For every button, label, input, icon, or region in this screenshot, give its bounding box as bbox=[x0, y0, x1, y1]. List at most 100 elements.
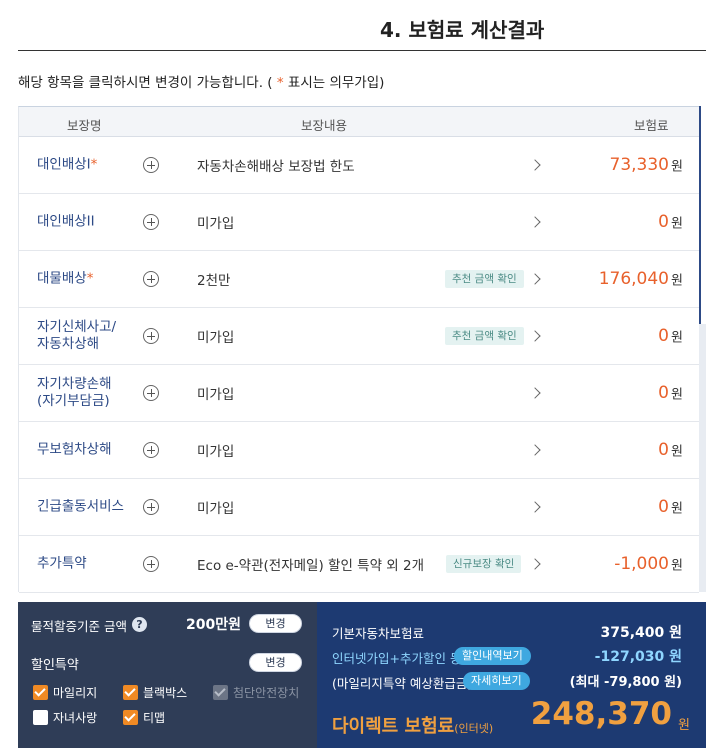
coverage-price: 176,040 bbox=[598, 269, 669, 289]
coverage-name-text: 무보험차상해 bbox=[37, 441, 112, 458]
coverage-row[interactable]: 대물배상* 2천만 추천 금액 확인 176,040 원 bbox=[19, 251, 699, 308]
coverage-name: 대물배상* bbox=[37, 271, 147, 288]
checkbox-blackbox[interactable] bbox=[123, 685, 138, 700]
coverage-desc: 미가입 bbox=[197, 216, 235, 232]
coverage-desc: Eco e-약관(전자메일) 할인 특약 외 2개 bbox=[197, 558, 425, 574]
discount-change-button[interactable]: 변경 bbox=[249, 653, 302, 672]
price-unit: 원 bbox=[671, 330, 683, 346]
checkbox-safety bbox=[213, 685, 228, 700]
coverage-price: 0 bbox=[658, 212, 669, 232]
coverage-row[interactable]: 무보험차상해 미가입 0 원 bbox=[19, 422, 699, 479]
coverage-name: 자기차량손해 (자기부담금) bbox=[37, 376, 147, 410]
coverage-name: 자기신체사고/ 자동차상해 bbox=[37, 319, 147, 353]
property-change-button[interactable]: 변경 bbox=[249, 614, 302, 633]
discount-label-text: 인터넷가입+추가할인 등 bbox=[332, 651, 462, 666]
plus-circle-icon[interactable] bbox=[143, 499, 159, 515]
chevron-right-icon[interactable] bbox=[529, 159, 541, 171]
plus-circle-icon[interactable] bbox=[143, 328, 159, 344]
required-star: * bbox=[90, 156, 98, 173]
coverage-price: 73,330 bbox=[609, 155, 669, 175]
price-unit: 원 bbox=[671, 444, 683, 460]
plus-circle-icon[interactable] bbox=[143, 556, 159, 572]
property-label: 물적할증기준 금액 bbox=[31, 619, 127, 634]
checkbox-child-label: 자녀사랑 bbox=[53, 711, 98, 725]
recommend-tag[interactable]: 추천 금액 확인 bbox=[445, 270, 524, 288]
price-unit: 원 bbox=[671, 387, 683, 403]
coverage-desc: 미가입 bbox=[197, 444, 235, 460]
plus-circle-icon[interactable] bbox=[143, 385, 159, 401]
coverage-price: 0 bbox=[658, 497, 669, 517]
discount-value: -127,030 원 bbox=[594, 649, 682, 665]
coverage-row[interactable]: 자기신체사고/ 자동차상해 미가입 추천 금액 확인 0 원 bbox=[19, 308, 699, 365]
table-header: 보장명 보장내용 보험료 bbox=[19, 107, 699, 137]
checkbox-mileage-label: 마일리지 bbox=[53, 686, 98, 700]
direct-label-main: 다이렉트 보험료 bbox=[332, 716, 455, 737]
plus-circle-icon[interactable] bbox=[143, 214, 159, 230]
coverage-row[interactable]: 대인배상II 미가입 0 원 bbox=[19, 194, 699, 251]
coverage-desc: 미가입 bbox=[197, 387, 235, 403]
direct-label-sub: (인터넷) bbox=[454, 722, 494, 735]
checkbox-safety-label: 첨단안전장치 bbox=[233, 686, 300, 700]
required-star: * bbox=[86, 270, 94, 287]
plus-circle-icon[interactable] bbox=[143, 271, 159, 287]
price-unit: 원 bbox=[671, 159, 683, 175]
coverage-name: 무보험차상해 bbox=[37, 442, 147, 459]
checkbox-blackbox-label: 블랙박스 bbox=[143, 686, 188, 700]
chevron-right-icon[interactable] bbox=[529, 558, 541, 570]
mileage-label: (마일리지특약 예상환급금) bbox=[332, 676, 473, 691]
checkbox-tmap[interactable] bbox=[123, 710, 138, 725]
mileage-value: (최대 -79,800 원) bbox=[569, 675, 682, 690]
coverage-price: 0 bbox=[658, 440, 669, 460]
coverage-row[interactable]: 자기차량손해 (자기부담금) 미가입 0 원 bbox=[19, 365, 699, 422]
coverage-price: -1,000 bbox=[614, 554, 669, 574]
checkbox-tmap-label: 티맵 bbox=[143, 711, 166, 725]
notice-after: 표시는 의무가입) bbox=[283, 75, 385, 91]
coverage-table: 보장명 보장내용 보험료 대인배상I* 자동차손해배상 보장법 한도 73,330 원… bbox=[18, 106, 699, 593]
coverage-row[interactable]: 추가특약 Eco e-약관(전자메일) 할인 특약 외 2개 신규보장 확인 -1,0… bbox=[19, 536, 699, 593]
header-price: 보험료 bbox=[634, 118, 669, 133]
help-icon[interactable]: ? bbox=[132, 617, 147, 632]
scroll-indicator bbox=[699, 106, 701, 324]
header-desc: 보장내용 bbox=[301, 118, 348, 133]
discount-detail-button[interactable]: 할인내역보기 bbox=[454, 647, 531, 665]
chevron-right-icon[interactable] bbox=[529, 444, 541, 456]
mileage-detail-button[interactable]: 자세히보기 bbox=[463, 672, 530, 690]
chevron-right-icon[interactable] bbox=[529, 501, 541, 513]
coverage-row[interactable]: 긴급출동서비스 미가입 0 원 bbox=[19, 479, 699, 536]
coverage-desc: 미가입 bbox=[197, 330, 235, 346]
direct-premium-unit: 원 bbox=[678, 718, 690, 733]
chevron-right-icon[interactable] bbox=[529, 330, 541, 342]
coverage-name-text: 자기차량손해 (자기부담금) bbox=[37, 376, 112, 409]
coverage-desc: 자동차손해배상 보장법 한도 bbox=[197, 159, 355, 175]
chevron-right-icon[interactable] bbox=[529, 273, 541, 285]
coverage-price: 0 bbox=[658, 326, 669, 346]
price-unit: 원 bbox=[671, 273, 683, 289]
coverage-name-text: 자기신체사고/ 자동차상해 bbox=[37, 319, 117, 352]
chevron-right-icon[interactable] bbox=[529, 387, 541, 399]
plus-circle-icon[interactable] bbox=[143, 157, 159, 173]
recommend-tag[interactable]: 신규보장 확인 bbox=[446, 555, 522, 573]
checkbox-mileage[interactable] bbox=[33, 685, 48, 700]
coverage-desc: 2천만 bbox=[197, 273, 231, 289]
plus-circle-icon[interactable] bbox=[143, 442, 159, 458]
coverage-name: 대인배상II bbox=[37, 214, 147, 231]
summary-panel: 기본자동차보험료 375,400 원 인터넷가입+추가할인 등 할인내역보기 -… bbox=[317, 602, 706, 748]
price-unit: 원 bbox=[671, 216, 683, 232]
price-unit: 원 bbox=[671, 501, 683, 517]
chevron-right-icon[interactable] bbox=[529, 216, 541, 228]
notice-text: 해당 항목을 클릭하시면 변경이 가능합니다. ( * 표시는 의무가입) bbox=[18, 71, 384, 91]
page-title: 4. 보험료 계산결과 bbox=[380, 18, 545, 42]
base-premium-value: 375,400 원 bbox=[600, 625, 682, 641]
options-panel: 물적할증기준 금액 ? 200만원 변경 할인특약 변경 마일리지 블랙박스 첨… bbox=[18, 602, 317, 748]
coverage-row[interactable]: 대인배상I* 자동차손해배상 보장법 한도 73,330 원 bbox=[19, 137, 699, 194]
recommend-tag[interactable]: 추천 금액 확인 bbox=[445, 327, 524, 345]
checkbox-child[interactable] bbox=[33, 710, 48, 725]
price-unit: 원 bbox=[671, 558, 683, 574]
notice-star: * bbox=[276, 75, 284, 91]
discount-label: 할인특약 bbox=[31, 658, 79, 673]
property-value: 200만원 bbox=[186, 617, 241, 633]
coverage-desc: 미가입 bbox=[197, 501, 235, 517]
coverage-name: 긴급출동서비스 bbox=[37, 499, 147, 516]
direct-premium-label: 다이렉트 보험료(인터넷) bbox=[332, 712, 493, 738]
coverage-name-text: 긴급출동서비스 bbox=[37, 498, 124, 515]
